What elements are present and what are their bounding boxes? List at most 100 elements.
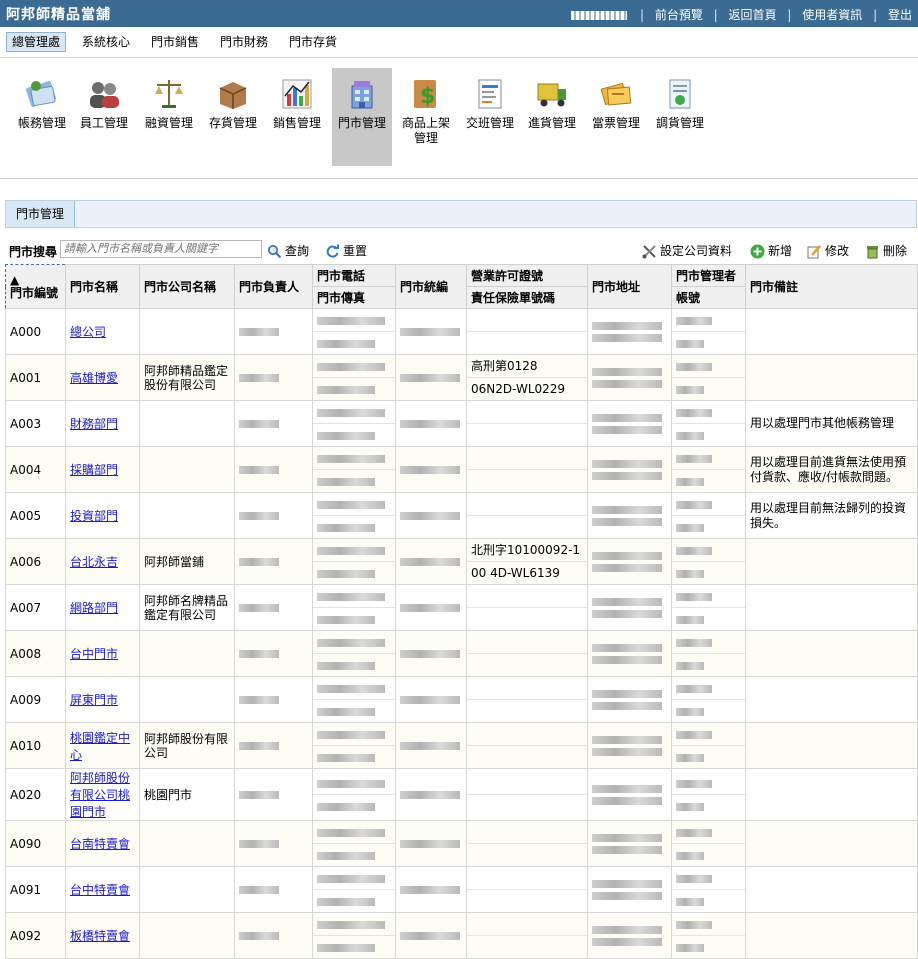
redacted-value [317,874,385,883]
table-row[interactable]: A001 高雄博愛 阿邦師精品鑑定股份有限公司 高刑第0128 06N2D-WL0229 [5,354,918,401]
menu-item-headquarters[interactable]: 總管理處 [6,32,67,52]
module-transfer[interactable]: 調貨管理 [650,68,710,166]
logout-link[interactable]: 登出 [888,6,912,23]
col-header-address[interactable]: 門市地址 [587,264,672,309]
col-header-license[interactable]: 營業許可證號 [466,264,588,287]
store-name-link[interactable]: 網路部門 [70,601,118,615]
module-sales[interactable]: 銷售管理 [267,68,327,166]
table-row[interactable]: A090 台南特賣會 [5,820,918,867]
product-money-icon: $ [408,76,444,112]
redacted-value [676,500,712,509]
cell-note [745,912,918,959]
table-row[interactable]: A091 台中特賣會 [5,866,918,913]
store-name-link[interactable]: 台北永吉 [70,555,118,569]
table-row[interactable]: A092 板橋特賣會 [5,912,918,959]
store-name-link[interactable]: 台中門市 [70,647,118,661]
preview-link[interactable]: 前台預覽 [655,6,703,23]
module-product-listing[interactable]: $ 商品上架 管理 [396,68,456,166]
module-pawn-ticket[interactable]: 當票管理 [586,68,646,166]
store-name-link[interactable]: 台南特賣會 [70,837,130,851]
menu-item-store-sales[interactable]: 門市銷售 [146,33,204,51]
col-header-note[interactable]: 門市備註 [745,264,918,309]
tools-icon [642,244,657,259]
store-name-link[interactable]: 投資部門 [70,509,118,523]
redacted-value [676,897,704,906]
company-settings-button[interactable]: 設定公司資料 [642,242,732,259]
redacted-value [317,316,385,325]
module-accounting[interactable]: 帳務管理 [12,68,72,166]
add-button[interactable]: 新增 [750,242,792,259]
col-header-company[interactable]: 門市公司名稱 [139,264,235,309]
redacted-value [317,385,375,394]
col-header-fax[interactable]: 門市傳真 [312,286,396,309]
redacted-value [592,610,662,618]
module-finance[interactable]: 融資管理 [139,68,199,166]
table-row[interactable]: A008 台中門市 [5,630,918,677]
store-name-link[interactable]: 屏東門市 [70,693,118,707]
store-name-link[interactable]: 台中特賣會 [70,883,130,897]
menu-item-store-inventory[interactable]: 門市存貨 [284,33,342,51]
shift-doc-icon [472,76,508,112]
cell-owner [234,722,313,769]
col-header-code[interactable]: ▲ 門市編號 [5,264,66,309]
store-name-link[interactable]: 財務部門 [70,417,118,431]
query-button[interactable]: 查詢 [267,242,309,259]
menu-item-system-core[interactable]: 系統核心 [77,33,135,51]
table-row[interactable]: A007 網路部門 阿邦師名牌精品鑑定有限公司 [5,584,918,631]
table-row[interactable]: A006 台北永吉 阿邦師當鋪 北刑字10100092-1 00 4D-WL6139 [5,538,918,585]
table-row[interactable]: A010 桃園鑑定中心 阿邦師股份有限公司 [5,722,918,769]
cell-company: 阿邦師股份有限公司 [139,722,235,769]
store-name-link[interactable]: 板橋特賣會 [70,929,130,943]
table-row[interactable]: A000 總公司 [5,308,918,355]
col-header-manager[interactable]: 門市管理者 [671,264,746,287]
module-purchase[interactable]: 進貨管理 [522,68,582,166]
cell-manager-account [671,308,746,355]
scale-icon [151,76,187,112]
delete-button[interactable]: 刪除 [865,242,907,259]
redacted-value [592,690,662,698]
col-header-account[interactable]: 帳號 [671,286,746,309]
col-header-insurance[interactable]: 責任保險單號碼 [466,286,588,309]
table-row[interactable]: A020 阿邦師股份有限公司桃園門市 桃園門市 [5,768,918,821]
home-link[interactable]: 返回首頁 [729,6,777,23]
table-row[interactable]: A004 採購部門 用以處理目前進貨無法使用預付貨款、應收/付帳款問題。 [5,446,918,493]
redacted-value [592,834,662,842]
col-header-phone[interactable]: 門市電話 [312,264,396,287]
cell-name: 網路部門 [65,584,140,631]
col-header-tax-id[interactable]: 門市統編 [395,264,467,309]
cell-company: 阿邦師精品鑑定股份有限公司 [139,354,235,401]
store-name-link[interactable]: 總公司 [70,325,106,339]
cell-phone-fax [312,584,396,631]
module-store[interactable]: 門市管理 [332,68,392,166]
store-name-link[interactable]: 阿邦師股份有限公司桃園門市 [70,771,130,819]
store-name-link[interactable]: 桃園鑑定中心 [70,731,130,762]
cell-note [745,820,918,867]
cell-phone-fax [312,820,396,867]
reset-button[interactable]: 重置 [325,242,367,259]
cell-license-insurance: 北刑字10100092-1 00 4D-WL6139 [466,538,588,585]
tab-store-management[interactable]: 門市管理 [6,201,76,227]
user-info-link[interactable]: 使用者資訊 [802,6,862,23]
cell-address [587,308,672,355]
table-row[interactable]: A005 投資部門 用以處理目前無法歸列的投資損失。 [5,492,918,539]
search-input[interactable] [60,240,262,258]
cell-tax-id [395,308,467,355]
table-row[interactable]: A009 屏東門市 [5,676,918,723]
store-name-link[interactable]: 採購部門 [70,463,118,477]
redacted-value [400,466,460,474]
redacted-value [676,851,704,860]
redacted-value [676,684,712,693]
module-staff[interactable]: 員工管理 [74,68,134,166]
menu-item-store-finance[interactable]: 門市財務 [215,33,273,51]
redacted-value [317,684,385,693]
col-header-name[interactable]: 門市名稱 [65,264,140,309]
module-inventory[interactable]: 存貨管理 [203,68,263,166]
table-row[interactable]: A003 財務部門 用以處理門市其他帳務管理 [5,400,918,447]
cell-manager-account [671,866,746,913]
store-name-link[interactable]: 高雄博愛 [70,371,118,385]
cell-address [587,768,672,821]
module-shift[interactable]: 交班管理 [460,68,520,166]
edit-button[interactable]: 修改 [807,242,849,259]
store-table: ▲ 門市編號 門市名稱 門市公司名稱 門市負責人 門市電話 門市統編 營業許可證… [5,264,918,959]
col-header-owner[interactable]: 門市負責人 [234,264,313,309]
